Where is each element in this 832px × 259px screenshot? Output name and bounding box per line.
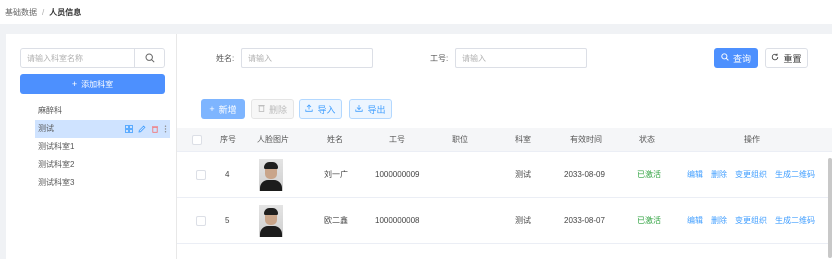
col-id: 工号 — [389, 135, 405, 144]
change-org-link[interactable]: 变更组织 — [735, 169, 767, 180]
row-status: 已激活 — [637, 216, 661, 225]
col-status: 状态 — [639, 135, 655, 144]
edit-icon[interactable] — [138, 125, 146, 133]
row-checkbox-cell — [196, 152, 206, 197]
query-button[interactable]: 查询 — [714, 48, 758, 68]
row-ops: 编辑 删除 变更组织 生成二维码 — [687, 152, 823, 197]
row-id: 1000000008 — [375, 216, 420, 225]
edit-link[interactable]: 编辑 — [687, 215, 703, 226]
import-label: 导入 — [317, 104, 336, 115]
row-dept: 测试 — [515, 170, 531, 179]
breadcrumb-root[interactable]: 基础数据 — [5, 7, 37, 18]
department-panel: + 添加科室 麻醉科 测试 测试科室1 测试科室2 测试科室3 — [6, 34, 176, 259]
row-index: 4 — [225, 170, 230, 179]
tree-item-4[interactable]: 测试科室3 — [35, 174, 170, 192]
search-icon — [144, 53, 155, 63]
row-photo-cell — [259, 198, 283, 243]
edit-link[interactable]: 编辑 — [687, 169, 703, 180]
import-button[interactable]: 导入 — [299, 99, 342, 119]
tree-item-label: 测试 — [38, 124, 54, 133]
add-department-button[interactable]: + 添加科室 — [20, 74, 165, 94]
name-filter-label: 姓名: — [216, 54, 235, 63]
table-scrollbar[interactable] — [828, 158, 832, 258]
tree-item-1[interactable]: 测试 — [35, 120, 170, 138]
refresh-icon — [771, 53, 779, 63]
qrcode-link[interactable]: 生成二维码 — [775, 169, 815, 180]
row-id: 1000000009 — [375, 170, 420, 179]
tree-item-3[interactable]: 测试科室2 — [35, 156, 170, 174]
add-label: 新增 — [218, 104, 237, 115]
more-icon[interactable] — [164, 125, 167, 133]
department-tree: 麻醉科 测试 测试科室1 测试科室2 测试科室3 — [35, 102, 170, 192]
col-name: 姓名 — [327, 135, 343, 144]
reset-button[interactable]: 重置 — [765, 48, 808, 68]
add-department-label: 添加科室 — [81, 79, 114, 89]
export-button[interactable]: 导出 — [349, 99, 392, 119]
table-row: 4 刘一广 1000000009 测试 2033-08-09 已激活 编辑 删除… — [177, 152, 832, 198]
col-dept: 科室 — [515, 135, 531, 144]
tree-item-0[interactable]: 麻醉科 — [35, 102, 170, 120]
delete-link[interactable]: 删除 — [711, 215, 727, 226]
id-filter-input[interactable] — [455, 48, 587, 68]
query-label: 查询 — [732, 53, 751, 64]
download-icon — [355, 104, 364, 114]
name-filter-input[interactable] — [241, 48, 373, 68]
breadcrumb-current: 人员信息 — [49, 7, 82, 17]
table-row: 5 欧二鑫 1000000008 测试 2033-08-07 已激活 编辑 删除… — [177, 198, 832, 244]
row-checkbox-cell — [196, 198, 206, 243]
id-filter-label: 工号: — [430, 54, 449, 63]
row-photo-cell — [259, 152, 283, 197]
col-photo: 人脸图片 — [257, 135, 289, 144]
row-checkbox[interactable] — [196, 215, 206, 226]
row-checkbox[interactable] — [196, 169, 206, 180]
department-search-input[interactable] — [21, 49, 134, 67]
table-header: 序号 人脸图片 姓名 工号 职位 科室 有效时间 状态 操作 — [177, 128, 832, 152]
plus-icon: + — [209, 104, 215, 114]
row-dept: 测试 — [515, 216, 531, 225]
qrcode-link[interactable]: 生成二维码 — [775, 215, 815, 226]
row-ops: 编辑 删除 变更组织 生成二维码 — [687, 198, 823, 243]
row-valid: 2033-08-09 — [564, 170, 605, 179]
row-name: 欧二鑫 — [324, 216, 348, 225]
delete-link[interactable]: 删除 — [711, 169, 727, 180]
staff-table: 序号 人脸图片 姓名 工号 职位 科室 有效时间 状态 操作 4 刘一广 100… — [177, 128, 832, 244]
reset-label: 重置 — [783, 53, 802, 64]
add-button[interactable]: + 新增 — [201, 99, 245, 119]
face-photo[interactable] — [259, 158, 283, 191]
grid-add-icon[interactable] — [125, 125, 133, 133]
upload-icon — [305, 104, 314, 114]
main-panel: 姓名: 工号: 查询 重置 + 新增 删除 导入 导出 序号 人脸图片 姓名 工… — [176, 34, 832, 259]
tree-item-2[interactable]: 测试科室1 — [35, 138, 170, 156]
col-position: 职位 — [452, 135, 468, 144]
tree-item-actions — [125, 120, 167, 138]
row-status: 已激活 — [637, 170, 661, 179]
col-ops: 操作 — [744, 135, 760, 144]
search-icon — [721, 53, 729, 63]
delete-button[interactable]: 删除 — [251, 99, 294, 119]
row-name: 刘一广 — [324, 170, 348, 179]
department-search-button[interactable] — [134, 49, 164, 67]
face-photo[interactable] — [259, 204, 283, 237]
row-index: 5 — [225, 216, 230, 225]
export-label: 导出 — [367, 104, 386, 115]
row-valid: 2033-08-07 — [564, 216, 605, 225]
delete-icon[interactable] — [151, 125, 159, 133]
col-valid: 有效时间 — [570, 135, 602, 144]
breadcrumb-separator: / — [42, 7, 45, 17]
breadcrumb: 基础数据 / 人员信息 — [0, 0, 832, 24]
plus-icon: + — [71, 79, 78, 89]
change-org-link[interactable]: 变更组织 — [735, 215, 767, 226]
delete-label: 删除 — [268, 104, 287, 115]
col-index: 序号 — [220, 135, 236, 144]
select-all-checkbox[interactable] — [192, 134, 202, 145]
select-all-checkbox-cell — [192, 128, 202, 151]
department-search — [20, 48, 165, 68]
trash-icon — [258, 104, 265, 114]
